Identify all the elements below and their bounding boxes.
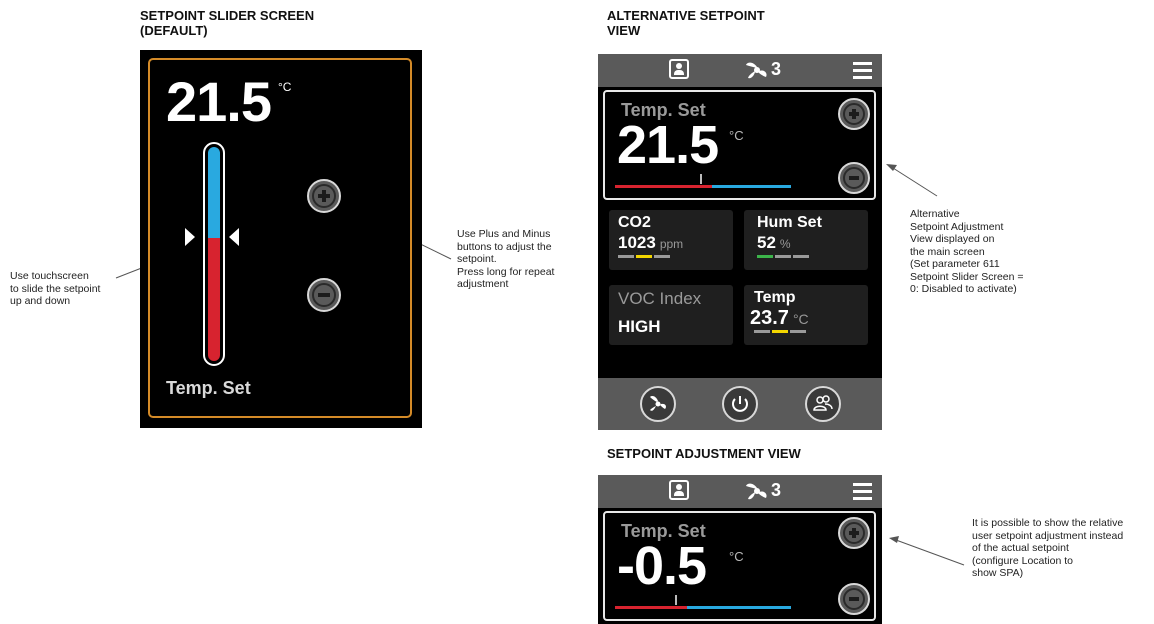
co2-indicator: [654, 255, 670, 258]
setpoint-panel: Temp. Set 21.5 °C: [603, 90, 876, 200]
setpoint-slider[interactable]: [203, 142, 225, 366]
fan-icon[interactable]: [744, 480, 770, 502]
minus-icon: [312, 283, 336, 307]
humidity-indicator: [757, 255, 773, 258]
adjustment-view-heading: SETPOINT ADJUSTMENT VIEW: [607, 446, 801, 461]
plus-icon: [843, 522, 865, 544]
setpoint-bar-lower: [615, 606, 687, 609]
bottom-bar: [598, 378, 882, 430]
fan-mode-icon: [650, 396, 666, 411]
power-button[interactable]: [722, 386, 758, 422]
plus-icon: [312, 184, 336, 208]
voc-label: VOC Index: [618, 289, 702, 308]
setpoint-value: 21.5: [617, 115, 719, 175]
slider-screen-heading: SETPOINT SLIDER SCREEN (DEFAULT): [140, 8, 315, 38]
menu-icon[interactable]: [853, 62, 872, 79]
humidity-tile[interactable]: Hum Set 52%: [744, 210, 868, 270]
fan-icon[interactable]: [744, 59, 770, 81]
co2-indicator: [618, 255, 634, 258]
setpoint-bar-marker: [675, 595, 677, 605]
humidity-value: 52%: [757, 233, 791, 252]
occupancy-icon: [813, 395, 833, 411]
alternative-view-heading: ALTERNATIVE SETPOINT VIEW: [607, 8, 765, 38]
minus-button[interactable]: [838, 583, 870, 615]
temperature-label: Temp: [754, 289, 796, 306]
adjustment-view-device: 3 Temp. Set -0.5 °C: [598, 475, 882, 624]
slider-screen-device: 21.5 °C Temp. Set: [140, 50, 422, 428]
setpoint-value: 21.5: [166, 70, 272, 133]
setpoint-unit: °C: [278, 80, 292, 94]
alternative-note: Alternative Setpoint Adjustment View dis…: [910, 208, 1024, 295]
co2-label: CO2: [618, 214, 651, 231]
plus-icon: [843, 103, 865, 125]
plus-button[interactable]: [307, 179, 341, 213]
fan-mode-button[interactable]: [640, 386, 676, 422]
setpoint-bar-upper: [712, 185, 791, 188]
menu-icon[interactable]: [853, 483, 872, 500]
touchscreen-note: Use touchscreen to slide the setpoint up…: [10, 270, 101, 307]
fan-level: 3: [771, 59, 782, 79]
person-icon[interactable]: [669, 480, 689, 500]
temperature-indicator: [754, 330, 770, 333]
top-bar: 3: [598, 54, 882, 87]
co2-indicator: [636, 255, 652, 258]
person-icon[interactable]: [669, 59, 689, 79]
fan-level: 3: [771, 480, 782, 500]
voc-value: HIGH: [618, 317, 661, 336]
slider-lower-fill: [208, 238, 220, 361]
temperature-value: 23.7 °C: [750, 307, 809, 329]
co2-tile[interactable]: CO2 1023 ppm: [609, 210, 733, 270]
relative-note: It is possible to show the relative user…: [972, 517, 1124, 579]
slider-upper-fill: [208, 147, 220, 238]
arrow-left-icon: [229, 228, 239, 246]
occupancy-button[interactable]: [805, 386, 841, 422]
alternative-view-device: 3 Temp. Set 21.5 °C CO2 1023 ppm Hum Set …: [598, 54, 882, 430]
humidity-indicator: [793, 255, 809, 258]
minus-icon: [843, 167, 865, 189]
setpoint-bar-lower: [615, 185, 712, 188]
setpoint-panel: Temp. Set -0.5 °C: [603, 511, 876, 621]
temperature-indicator: [772, 330, 788, 333]
humidity-label: Hum Set: [757, 214, 822, 231]
power-icon: [732, 396, 748, 412]
setpoint-label: Temp. Set: [166, 378, 251, 398]
setpoint-bar-upper: [687, 606, 791, 609]
plus-button[interactable]: [838, 517, 870, 549]
plus-button[interactable]: [838, 98, 870, 130]
temperature-tile[interactable]: Temp 23.7 °C: [744, 285, 868, 345]
humidity-indicator: [775, 255, 791, 258]
minus-icon: [843, 588, 865, 610]
co2-value: 1023 ppm: [618, 233, 684, 252]
setpoint-unit: °C: [729, 549, 744, 564]
minus-button[interactable]: [307, 278, 341, 312]
top-bar: 3: [598, 475, 882, 508]
setpoint-unit: °C: [729, 128, 744, 143]
temperature-indicator: [790, 330, 806, 333]
setpoint-value: -0.5: [617, 536, 707, 596]
voc-tile[interactable]: VOC Index HIGH: [609, 285, 733, 345]
minus-button[interactable]: [838, 162, 870, 194]
arrow-right-icon: [185, 228, 195, 246]
setpoint-bar-marker: [700, 174, 702, 184]
plus-minus-note: Use Plus and Minus buttons to adjust the…: [457, 228, 555, 290]
